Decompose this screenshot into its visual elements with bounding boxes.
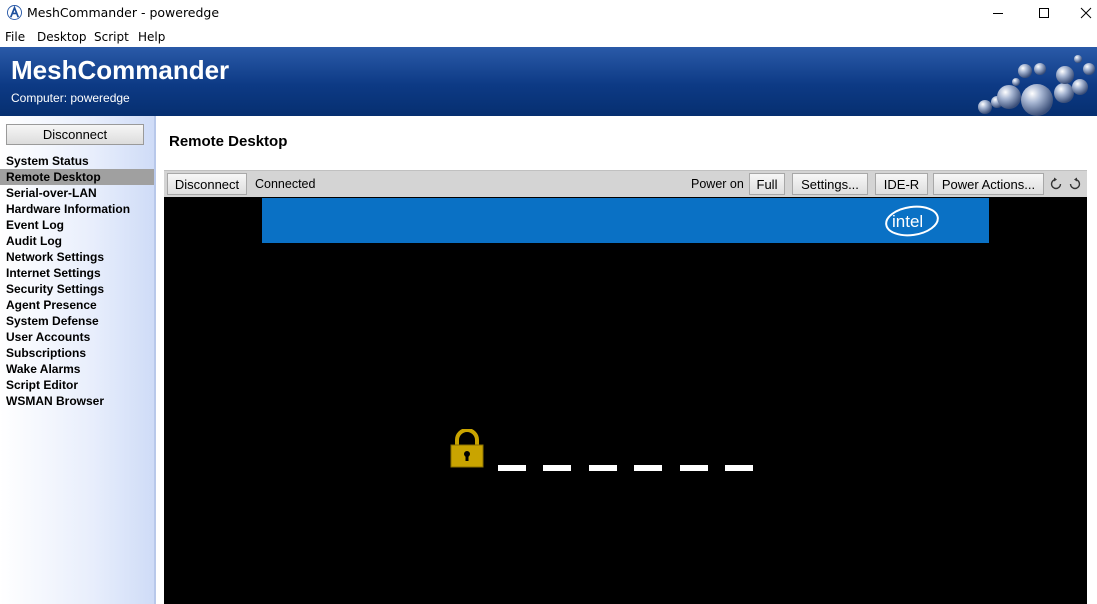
settings-button[interactable]: Settings... [792,173,868,195]
window-title: MeshCommander - poweredge [27,5,220,20]
power-state: Power on [691,177,744,191]
sidebar-item-wake-alarms[interactable]: Wake Alarms [0,361,154,377]
sidebar-item-event-log[interactable]: Event Log [0,217,154,233]
remote-desktop-toolbar: Disconnect Connected Power on Full Setti… [164,170,1087,197]
sidebar-item-internet-settings[interactable]: Internet Settings [0,265,154,281]
lock-icon [450,429,484,468]
sidebar-item-system-defense[interactable]: System Defense [0,313,154,329]
page-title: Remote Desktop [169,133,288,150]
ide-r-button[interactable]: IDE-R [875,173,928,195]
menu-file[interactable]: File [5,30,25,44]
close-button[interactable] [1063,0,1097,26]
menu-help[interactable]: Help [138,30,165,44]
sidebar-item-user-accounts[interactable]: User Accounts [0,329,154,345]
menu-bar: File Desktop Script Help [0,26,1097,47]
menu-desktop[interactable]: Desktop [37,30,87,44]
minimize-button[interactable] [975,0,1021,26]
sidebar-item-wsman-browser[interactable]: WSMAN Browser [0,393,154,409]
intel-logo-icon: intel [885,205,939,237]
sidebar-item-security-settings[interactable]: Security Settings [0,281,154,297]
minimize-icon [993,13,1003,14]
maximize-icon [1039,8,1049,18]
full-button[interactable]: Full [749,173,785,195]
close-icon [1080,7,1092,19]
sidebar: Disconnect System Status Remote Desktop … [0,116,156,604]
header-banner: MeshCommander Computer: poweredge [0,47,1097,116]
password-mask-char [589,465,617,471]
sidebar-disconnect-button[interactable]: Disconnect [6,124,144,145]
disconnect-button[interactable]: Disconnect [167,173,247,195]
sidebar-item-agent-presence[interactable]: Agent Presence [0,297,154,313]
password-mask-char [680,465,708,471]
intel-header-bar: intel [262,198,989,243]
remote-desktop-screen[interactable]: intel [164,197,1087,604]
sidebar-item-audit-log[interactable]: Audit Log [0,233,154,249]
sidebar-item-script-editor[interactable]: Script Editor [0,377,154,393]
sidebar-item-network-settings[interactable]: Network Settings [0,249,154,265]
connection-status: Connected [255,177,316,191]
intel-logo-text: intel [892,212,923,231]
password-mask-char [725,465,753,471]
sidebar-item-subscriptions[interactable]: Subscriptions [0,345,154,361]
password-mask-char [543,465,571,471]
app-icon [7,5,22,20]
sidebar-item-serial-over-lan[interactable]: Serial-over-LAN [0,185,154,201]
power-actions-button[interactable]: Power Actions... [933,173,1044,195]
sidebar-item-remote-desktop[interactable]: Remote Desktop [0,169,154,185]
sidebar-item-system-status[interactable]: System Status [0,153,154,169]
app-title: MeshCommander [11,55,230,85]
maximize-button[interactable] [1021,0,1067,26]
bubbles-logo-icon [978,55,1095,116]
password-mask-char [634,465,662,471]
password-mask-char [498,465,526,471]
menu-script[interactable]: Script [94,30,129,44]
computer-name: Computer: poweredge [11,91,130,105]
sidebar-item-hardware-information[interactable]: Hardware Information [0,201,154,217]
rotate-right-icon[interactable] [1067,176,1083,192]
rotate-left-icon[interactable] [1048,176,1064,192]
title-bar: MeshCommander - poweredge [0,0,1097,26]
